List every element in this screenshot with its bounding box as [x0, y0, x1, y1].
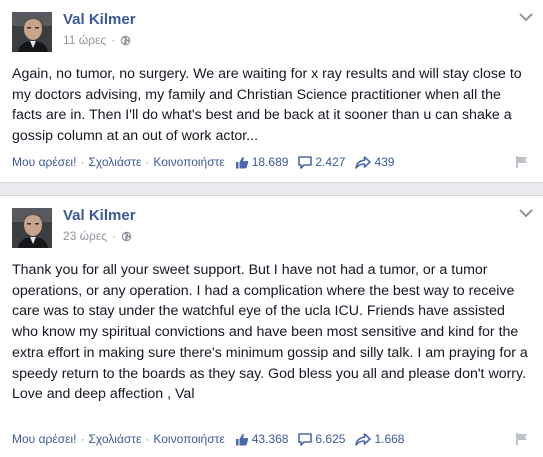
- flag-icon[interactable]: [515, 155, 529, 169]
- action-separator: ·: [145, 155, 150, 169]
- post-timestamp[interactable]: 11 ώρες: [63, 33, 106, 47]
- like-count[interactable]: 43.368: [235, 432, 289, 446]
- avatar[interactable]: [12, 12, 52, 52]
- post-author[interactable]: Val Kilmer: [63, 11, 136, 28]
- share-arrow-icon: [355, 432, 372, 446]
- chevron-down-icon[interactable]: [519, 208, 533, 218]
- share-button[interactable]: Κοινοποιήστε: [153, 432, 224, 446]
- action-separator: ·: [145, 432, 150, 446]
- like-button[interactable]: Μου αρέσει!: [12, 155, 76, 169]
- comment-count-value: 6.625: [315, 432, 346, 446]
- comment-icon: [298, 155, 313, 169]
- share-count-value: 1.668: [374, 432, 405, 446]
- comment-button[interactable]: Σχολιάστε: [88, 155, 141, 169]
- post-card: Val Kilmer 23 ώρες · Thank you for all y…: [0, 195, 543, 457]
- avatar[interactable]: [12, 208, 52, 248]
- share-count-value: 439: [374, 155, 395, 169]
- meta-separator: ·: [112, 229, 117, 243]
- thumbs-up-icon: [235, 156, 248, 168]
- share-button[interactable]: Κοινοποιήστε: [153, 155, 224, 169]
- like-button[interactable]: Μου αρέσει!: [12, 432, 76, 446]
- post-meta: 23 ώρες ·: [63, 229, 132, 243]
- share-count[interactable]: 439: [355, 155, 394, 169]
- comment-count[interactable]: 2.427: [298, 155, 345, 169]
- like-count[interactable]: 18.689: [235, 155, 289, 169]
- post-card: Val Kilmer 11 ώρες · Again, no tumor, no…: [0, 0, 543, 183]
- flag-icon[interactable]: [515, 432, 529, 446]
- like-count-value: 18.689: [251, 155, 289, 169]
- thumbs-up-icon: [235, 433, 248, 445]
- post-meta: 11 ώρες ·: [63, 33, 131, 47]
- chevron-down-icon[interactable]: [519, 12, 533, 22]
- post-action-bar: Μου αρέσει! · Σχολιάστε · Κοινοποιήστε 1…: [12, 155, 529, 169]
- post-author[interactable]: Val Kilmer: [63, 207, 136, 224]
- share-arrow-icon: [355, 155, 372, 169]
- comment-button[interactable]: Σχολιάστε: [88, 432, 141, 446]
- meta-separator: ·: [111, 33, 116, 47]
- post-action-bar: Μου αρέσει! · Σχολιάστε · Κοινοποιήστε 4…: [12, 432, 529, 446]
- comment-icon: [298, 432, 313, 446]
- comment-count[interactable]: 6.625: [298, 432, 345, 446]
- globe-icon[interactable]: [121, 231, 132, 242]
- action-separator: ·: [80, 155, 85, 169]
- comment-count-value: 2.427: [315, 155, 346, 169]
- like-count-value: 43.368: [251, 432, 289, 446]
- post-timestamp[interactable]: 23 ώρες: [63, 229, 107, 243]
- post-text: Again, no tumor, no surgery. We are wait…: [12, 66, 522, 145]
- post-text: Thank you for all your sweet support. Bu…: [12, 262, 528, 403]
- globe-icon[interactable]: [120, 35, 131, 46]
- share-count[interactable]: 1.668: [355, 432, 404, 446]
- action-separator: ·: [80, 432, 85, 446]
